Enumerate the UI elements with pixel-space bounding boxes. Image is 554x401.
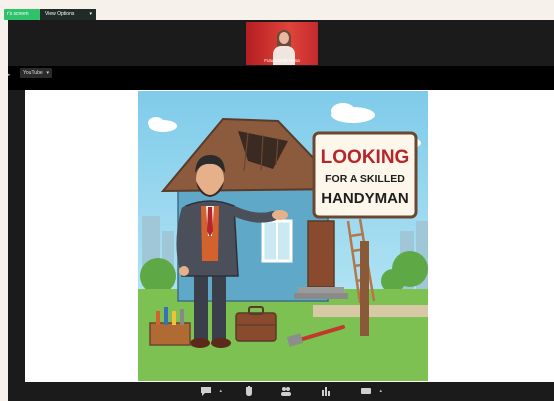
meeting-window: FutureSkills Hana ▸ YouTube ▾ LOOKING FO…	[8, 20, 554, 401]
more-icon	[361, 388, 371, 394]
sign-line-2: FOR A SKILLED	[325, 173, 405, 185]
shared-app-selector[interactable]: YouTube ▾	[20, 68, 52, 78]
top-bar: r's screen View Options ▾	[0, 0, 554, 20]
participants-button[interactable]	[280, 385, 302, 399]
polls-icon	[322, 387, 330, 396]
chevron-down-icon: ▾	[89, 11, 92, 17]
participant-face	[279, 32, 289, 44]
door	[307, 220, 335, 288]
screen-share-status-pill[interactable]: r's screen	[4, 9, 40, 20]
participants-icon	[281, 387, 291, 396]
handyman-illustration: LOOKING FOR A SKILLED HANDYMAN	[138, 91, 428, 381]
participant-name: FutureSkills Hana	[264, 58, 300, 63]
sign-line-3: HANDYMAN	[321, 190, 409, 207]
raise-hand-button[interactable]	[243, 385, 265, 399]
share-header-strip: ▸	[8, 66, 554, 90]
shared-screen-stage: LOOKING FOR A SKILLED HANDYMAN	[25, 90, 554, 382]
chevron-up-icon: ▴	[219, 388, 222, 394]
chevron-up-icon: ▴	[379, 388, 382, 394]
chevron-down-icon: ▾	[46, 70, 49, 76]
chat-button[interactable]: ▴	[200, 385, 222, 399]
polls-button[interactable]	[320, 385, 342, 399]
shared-app-label: YouTube	[23, 70, 43, 76]
meeting-controls-toolbar: ▴ ▴	[8, 382, 554, 401]
more-button[interactable]: ▴	[360, 385, 382, 399]
raise-hand-icon	[246, 386, 252, 396]
path	[313, 305, 428, 317]
view-options-button[interactable]: View Options ▾	[40, 9, 96, 20]
chat-icon	[201, 387, 211, 396]
sign-line-1: LOOKING	[321, 147, 410, 168]
view-options-label: View Options	[45, 11, 75, 17]
participant-video-thumbnail[interactable]: FutureSkills Hana	[246, 22, 318, 65]
sidebar-handle-icon[interactable]: ▸	[8, 72, 11, 78]
